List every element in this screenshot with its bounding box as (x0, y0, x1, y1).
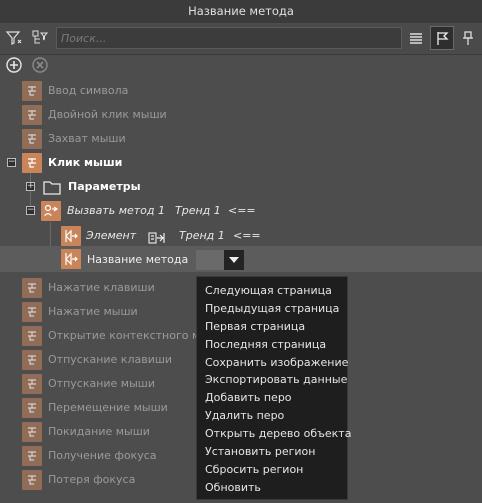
dropdown-option[interactable]: Последняя страница (197, 336, 347, 354)
event-icon (22, 153, 42, 173)
event-icon (22, 81, 42, 101)
tree-item-label: Название метода (87, 253, 189, 266)
assign-operator: <== (228, 204, 256, 217)
list-view-icon[interactable] (404, 26, 428, 50)
action-toolbar (0, 54, 482, 76)
tree-item-label: Отпускание мыши (48, 377, 156, 390)
dropdown-option[interactable]: Удалить перо (197, 407, 347, 425)
trend-label: Тренд 1 (179, 229, 225, 242)
dropdown-option[interactable]: Сохранить изображение (197, 354, 348, 372)
tree-item-label: Перемещение мыши (48, 401, 168, 414)
event-icon (22, 398, 42, 418)
tree-item-label: Элемент (86, 229, 137, 242)
event-icon (22, 129, 42, 149)
event-icon (22, 374, 42, 394)
event-icon (22, 350, 42, 370)
tree-item-label: Захват мыши (48, 132, 126, 145)
tree-item-label: Вызвать метод 1 (67, 204, 165, 217)
folder-icon (42, 177, 62, 197)
event-icon (22, 278, 42, 298)
event-icon (22, 470, 42, 490)
event-icon (22, 326, 42, 346)
collapse-icon[interactable]: − (7, 158, 16, 167)
tree-item-label: Двойной клик мыши (48, 108, 167, 121)
method-dropdown-list: Следующая страница Предыдущая страница П… (196, 276, 351, 500)
tree-item-label: Нажатие клавиши (48, 281, 155, 294)
tree-item-label: Покидание мыши (48, 425, 150, 438)
tree-item[interactable]: Захват мыши (0, 127, 482, 151)
dropdown-option[interactable]: Следующая страница (197, 282, 347, 300)
tree-item[interactable]: Ввод символа (0, 79, 482, 103)
event-icon (22, 446, 42, 466)
tree-item-label: Получение фокуса (48, 449, 157, 462)
dropdown-option[interactable]: Первая страница (197, 318, 347, 336)
filter-icon[interactable] (2, 26, 26, 50)
event-icon (22, 302, 42, 322)
tree-item[interactable]: Двойной клик мыши (0, 103, 482, 127)
tree-item-element[interactable]: Элемент Тренд 1 <== (0, 224, 482, 248)
tree-item-label: Клик мыши (48, 156, 123, 169)
search-input[interactable] (57, 28, 401, 48)
collapse-icon[interactable]: − (26, 206, 35, 215)
parameter-icon (61, 249, 81, 269)
remove-icon[interactable] (30, 55, 50, 75)
window-title: Название метода (0, 0, 482, 23)
tree-item-label: Ввод символа (48, 84, 129, 97)
dropdown-option[interactable]: Экспортировать данные (197, 371, 347, 389)
event-icon (22, 105, 42, 125)
call-method-icon (41, 201, 61, 221)
tree-item-label: Нажатие мыши (48, 305, 138, 318)
flag-icon[interactable] (430, 26, 454, 50)
method-select[interactable] (196, 250, 244, 270)
parameter-icon (61, 226, 81, 246)
dropdown-option[interactable]: Добавить перо (197, 389, 347, 407)
pin-icon[interactable] (456, 26, 480, 50)
trend-label: Тренд 1 (175, 204, 221, 217)
search-field[interactable] (56, 27, 402, 49)
tree-item-label: Открытие контекстного ме (48, 329, 208, 342)
dropdown-option[interactable]: Обновить (197, 479, 347, 497)
toolbar (0, 24, 482, 55)
dropdown-option[interactable]: Открыть дерево объекта (197, 425, 351, 443)
element-binding-icon[interactable] (148, 229, 168, 247)
tree-item-params[interactable]: + Параметры (0, 175, 482, 199)
dropdown-option[interactable]: Сбросить регион (197, 461, 347, 479)
add-icon[interactable] (4, 55, 24, 75)
chevron-down-icon[interactable] (224, 250, 244, 270)
expand-icon[interactable]: + (26, 182, 35, 191)
tree-item-label: Потеря фокуса (48, 473, 136, 486)
event-icon (22, 422, 42, 442)
tree-item-call-method[interactable]: − Вызвать метод 1 Тренд 1 <== (0, 199, 482, 223)
dropdown-option[interactable]: Предыдущая страница (197, 300, 347, 318)
tree-item-click[interactable]: − Клик мыши (0, 151, 482, 175)
tree-filter-icon[interactable] (28, 26, 52, 50)
assign-operator: <== (233, 229, 261, 242)
tree-item-label: Отпускание клавиши (48, 353, 173, 366)
dropdown-option[interactable]: Установить регион (197, 443, 347, 461)
tree-item-label: Параметры (68, 180, 141, 193)
